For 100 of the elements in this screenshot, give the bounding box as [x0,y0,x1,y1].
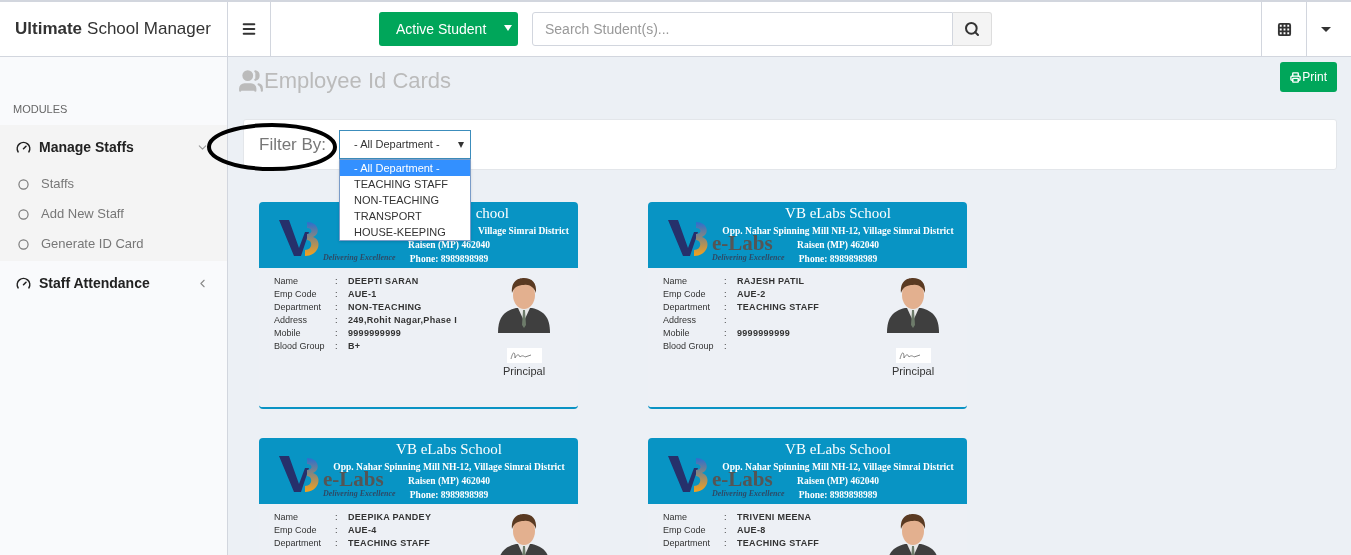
signature-drawing [895,348,931,363]
sidebar-subitem[interactable]: Generate ID Card [0,229,227,259]
field-value: AUE-2 [737,287,766,301]
field-colon: : [335,523,339,537]
caret-icon [504,25,512,31]
field-colon: : [335,326,339,340]
field-value: B+ [348,339,361,353]
logo-text: e-Labs [712,235,773,252]
school-address: Opp. Nahar Spinning Mill NH-12, Village Simrai District [333,462,565,472]
field-label: Department [663,536,712,550]
school-city: Raisen (MP) 462040 [797,476,879,486]
field-label: Name [274,274,299,288]
school-city: Raisen (MP) 462040 [408,476,490,486]
field-colon: : [724,274,728,288]
signature-label: Principal [502,364,546,379]
school-name: chool [475,205,509,221]
field-label: Address [274,313,309,327]
field-colon: : [335,536,339,550]
school-name: VB eLabs School [785,205,891,221]
field-colon: : [724,313,728,327]
sidebar-subitem[interactable]: Staffs [0,169,227,199]
printer-icon [1290,71,1302,83]
circle-icon [18,178,29,190]
grid-icon [1276,21,1292,37]
school-address: Opp. Nahar Spinning Mill NH-12, Village Simrai District [722,462,954,472]
menu-icon [241,21,257,37]
caret-icon [1321,26,1331,32]
logo-tagline: Delivering Excellence [712,253,785,263]
dashboard-icon [16,275,31,291]
logo-tagline: Delivering Excellence [323,253,396,263]
dropdown-option[interactable]: TEACHING STAFF [340,176,471,192]
field-colon: : [335,510,339,524]
circle-icon [18,208,29,220]
field-label: Name [274,510,299,524]
search-field[interactable]: Search Student(s)... [532,12,953,46]
field-value: AUE-4 [348,523,377,537]
field-colon: : [335,274,339,288]
field-label: Blood Group [274,339,326,353]
field-value: TRIVENI MEENA [737,510,812,524]
sidebar-item[interactable]: Manage Staffs [0,125,227,169]
field-colon: : [335,339,339,353]
field-colon: : [724,536,728,550]
brand-logo[interactable]: Ultimate School Manager [0,2,228,56]
field-colon: : [724,523,728,537]
field-value: AUE-1 [348,287,377,301]
field-label: Department [663,300,712,314]
dropdown-option[interactable]: HOUSE-KEEPING [340,224,471,240]
sidebar-heading: MODULES [12,102,69,117]
logo-tagline: Delivering Excellence [323,489,396,499]
field-colon: : [335,313,339,327]
logo-text: e-Labs [323,471,384,488]
field-value: NON-TEACHING [348,300,422,314]
field-value: 9999999999 [737,326,791,340]
person-avatar-icon [885,275,941,333]
sidebar-item[interactable]: Staff Attendance [0,261,227,305]
field-label: Emp Code [663,287,707,301]
field-label: Mobile [274,326,302,340]
search-icon [964,21,980,37]
field-value: TEACHING STAFF [737,300,820,314]
field-value: AUE-8 [737,523,766,537]
field-label: Emp Code [663,523,707,537]
department-select[interactable]: - All Department - [339,130,472,159]
field-label: Emp Code [274,287,318,301]
school-address: Village Simrai District [478,226,569,236]
field-colon: : [724,287,728,301]
users-icon [238,68,264,94]
school-phone: Phone: 8989898989 [409,254,489,264]
search-button[interactable] [953,12,992,46]
field-label: Address [663,313,698,327]
field-colon: : [724,339,728,353]
circle-icon [18,238,29,250]
school-phone: Phone: 8989898989 [409,490,489,500]
school-name: VB eLabs School [785,441,891,457]
caret-icon [458,142,465,148]
field-label: Department [274,300,323,314]
dropdown-option[interactable]: NON-TEACHING [340,192,471,208]
field-colon: : [335,287,339,301]
signature-label: Principal [891,364,935,379]
school-phone: Phone: 8989898989 [798,254,878,264]
page-title: Employee Id Cards [264,67,452,95]
field-label: Name [663,510,688,524]
field-value: DEEPIKA PANDEY [348,510,432,524]
field-colon: : [724,300,728,314]
field-label: Mobile [663,326,691,340]
field-value: RAJESH PATIL [737,274,805,288]
field-label: Name [663,274,688,288]
field-colon: : [724,326,728,340]
field-value: 9999999999 [348,326,402,340]
field-value: TEACHING STAFF [737,536,820,550]
field-value: 249,Rohit Nagar,Phase I [348,313,457,327]
field-label: Emp Code [274,523,318,537]
school-city: Raisen (MP) 462040 [408,240,490,250]
dashboard-icon [16,139,31,155]
dropdown-option[interactable]: TRANSPORT [340,208,471,224]
field-colon: : [335,300,339,314]
school-city: Raisen (MP) 462040 [797,240,879,250]
sidebar-subitem[interactable]: Add New Staff [0,199,227,229]
field-colon: : [724,510,728,524]
school-name: VB eLabs School [396,441,502,457]
field-value: TEACHING STAFF [348,536,431,550]
